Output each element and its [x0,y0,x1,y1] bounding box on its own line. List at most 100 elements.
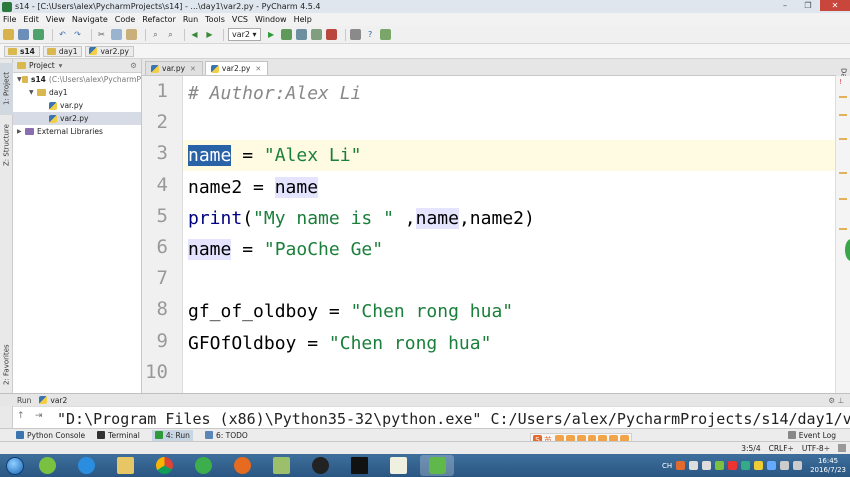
taskbar-app-360[interactable] [30,455,64,476]
volume-icon[interactable] [793,461,803,470]
chevron-down-icon[interactable]: ▼ [29,89,37,96]
menu-navigate[interactable]: Navigate [72,15,108,24]
tool-tab-project[interactable]: 1: Project [0,63,13,115]
menu-window[interactable]: Window [255,15,287,24]
tab-var2-py[interactable]: var2.py ✕ [204,61,269,75]
redo-icon[interactable]: ↷ [72,29,83,40]
back-icon[interactable]: ◀ [189,29,200,40]
lock-icon[interactable] [838,444,846,452]
error-stripe[interactable]: ! [835,76,850,393]
marker[interactable] [839,198,847,200]
breadcrumb-folder[interactable]: day1 [42,45,83,57]
close-button[interactable]: ✕ [820,0,850,11]
gear-icon[interactable]: ⚙ [130,61,137,70]
undo-icon[interactable]: ↶ [57,29,68,40]
record-tray-icon[interactable] [728,461,738,470]
code-line[interactable]: # Author:Alex Li [188,78,361,109]
menu-help[interactable]: Help [294,15,312,24]
code-line[interactable]: name2 = name [188,172,319,203]
marker[interactable] [839,228,847,230]
security-tray-icon[interactable] [715,461,725,470]
taskbar-app-cmd[interactable] [342,455,376,476]
tree-item[interactable]: ▼ day1 [13,86,141,99]
chat-tray-icon[interactable] [754,461,764,470]
paste-icon[interactable] [126,29,137,40]
open-folder-icon[interactable] [3,29,14,40]
taskbar-app-explorer[interactable] [108,455,142,476]
wrap-icon[interactable]: ⇥ [35,411,43,421]
cloud-tray-icon[interactable] [767,461,777,470]
run-console[interactable]: ↑ ⇥ "D:\Program Files (x86)\Python35-32\… [13,406,850,428]
code-line[interactable]: name = "Alex Li" [183,140,835,172]
tab-run[interactable]: 4: Run [151,429,193,441]
start-button[interactable] [0,454,30,477]
taskbar-app-firefox[interactable] [225,455,259,476]
save-icon[interactable] [18,29,29,40]
close-icon[interactable]: ✕ [255,65,261,73]
project-view-select[interactable]: Project [29,61,55,70]
tab-todo[interactable]: 6: TODO [204,431,248,440]
cut-icon[interactable]: ✂ [96,29,107,40]
menu-tools[interactable]: Tools [205,15,225,24]
tree-item[interactable]: var.py [13,99,141,112]
tab-terminal[interactable]: Terminal [97,431,140,440]
tool-tab-structure[interactable]: Z: Structure [0,119,13,171]
minimize-button[interactable]: – [774,0,796,11]
run-icon[interactable]: ▶ [266,29,277,40]
run-config-select[interactable]: var2 ▾ [228,28,261,41]
ime-tray-icon[interactable] [676,461,686,470]
event-log-button[interactable]: Event Log [787,431,836,440]
code-editor[interactable]: # Author:Alex Li name = "Alex Li" name2 = … [183,76,835,393]
replace-icon[interactable]: ⌕ [165,29,176,40]
marker[interactable] [839,172,847,174]
breadcrumb-project[interactable]: s14 [4,45,40,57]
app-tray-icon[interactable] [741,461,751,470]
taskbar-app-ie[interactable] [69,455,103,476]
taskbar-app-qq[interactable] [303,455,337,476]
settings-tray-icon[interactable] [702,461,712,470]
menu-run[interactable]: Run [183,15,198,24]
tool-tab-database[interactable]: Database [836,59,850,102]
tab-python-console[interactable]: Python Console [16,431,85,440]
input-language[interactable]: CH [662,462,672,470]
chevron-down-icon[interactable]: ▾ [59,61,63,70]
code-line[interactable]: name = "PaoChe Ge" [188,234,383,265]
marker[interactable] [839,114,847,116]
chevron-right-icon[interactable]: ▶ [17,128,25,135]
menu-file[interactable]: File [3,15,16,24]
rerun-icon[interactable]: ↑ [17,411,25,421]
taskbar-app-pycharm[interactable] [420,455,454,476]
tab-var-py[interactable]: var.py ✕ [145,61,203,75]
run-config-name[interactable]: var2 [50,396,67,405]
tree-item[interactable]: ▶ External Libraries [13,125,141,138]
tree-item[interactable]: var2.py [13,112,141,125]
copy-icon[interactable] [111,29,122,40]
help-tray-icon[interactable] [689,461,699,470]
sync-icon[interactable] [33,29,44,40]
menu-code[interactable]: Code [115,15,135,24]
taskbar-app-editor[interactable] [381,455,415,476]
maximize-button[interactable]: ❐ [797,0,819,11]
file-encoding[interactable]: UTF-8÷ [802,444,830,453]
menu-refactor[interactable]: Refactor [142,15,176,24]
close-icon[interactable]: ✕ [190,65,196,73]
code-line[interactable]: GFOfOldboy = "Chen rong hua" [188,328,491,359]
caret-position[interactable]: 3:5/4 [741,444,760,453]
line-separator[interactable]: CRLF÷ [769,444,794,453]
breadcrumb-file[interactable]: var2.py [85,45,134,57]
help-icon[interactable]: ? [365,29,376,40]
tool-tab-favorites[interactable]: 2: Favorites [0,341,13,389]
code-line[interactable]: print("My name is " , name ,name2) [188,203,535,234]
tree-item[interactable]: ▼ s14 (C:\Users\alex\PycharmP [13,73,141,86]
marker[interactable] [839,96,847,98]
network-icon[interactable] [780,461,790,470]
stop-icon[interactable] [325,29,337,40]
profile-icon[interactable] [310,29,322,40]
clock[interactable]: 16:45 2016/7/23 [810,457,846,475]
menu-edit[interactable]: Edit [23,15,39,24]
find-icon[interactable]: ⌕ [150,29,161,40]
marker[interactable] [839,138,847,140]
settings-icon[interactable] [349,29,361,40]
gear-icon[interactable]: ⚙ ⊥ [828,396,844,405]
code-line[interactable]: gf_of_oldboy = "Chen rong hua" [188,296,513,327]
